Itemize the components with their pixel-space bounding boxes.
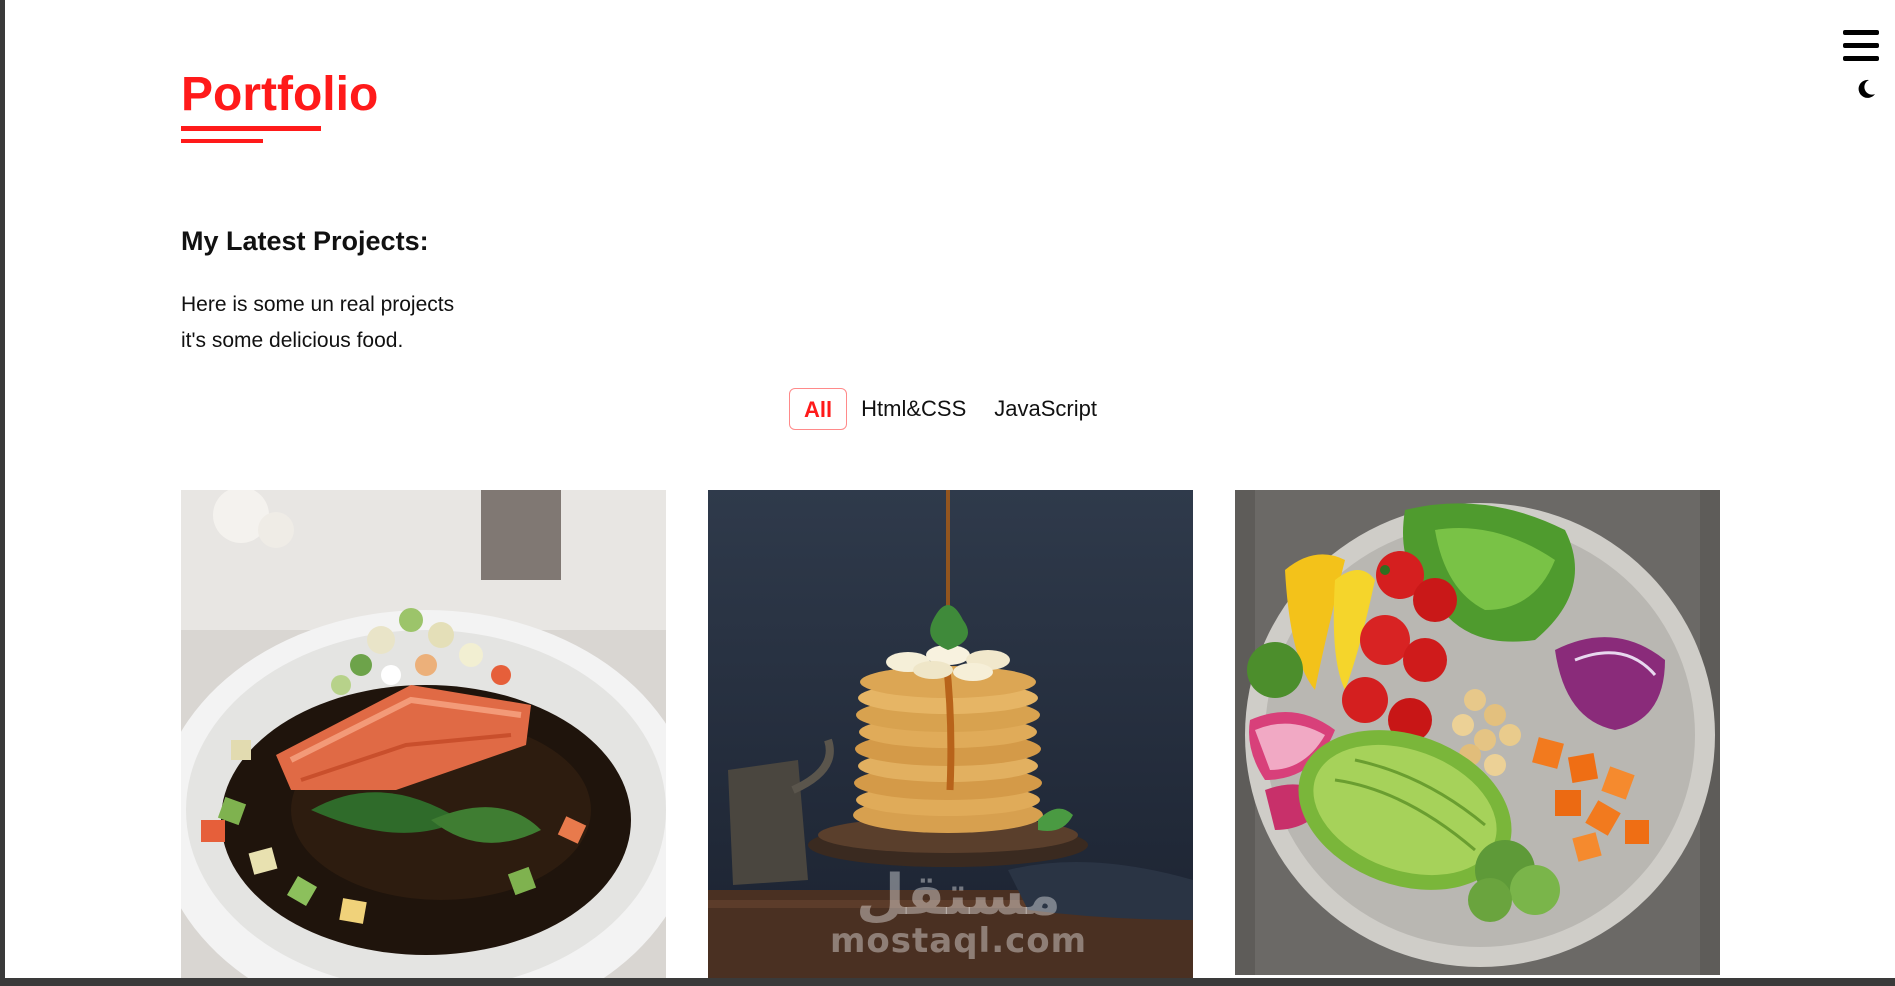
- hamburger-menu-icon[interactable]: [1843, 30, 1879, 61]
- watermark-arabic: مستقل: [856, 863, 1061, 928]
- filter-html-css-button[interactable]: Html&CSS: [847, 388, 980, 430]
- title-underline-short: [181, 139, 263, 143]
- section-description: Here is some un real projects it's some …: [181, 287, 454, 359]
- watermark: مستقل mostaql.com: [830, 863, 1088, 961]
- project-card-salmon[interactable]: [181, 490, 666, 978]
- section-subtitle: My Latest Projects:: [181, 226, 429, 256]
- section-title: Portfolio: [181, 68, 379, 121]
- moon-icon[interactable]: [1855, 78, 1877, 100]
- description-line: Here is some un real projects: [181, 293, 455, 316]
- salmon-plate-photo: [181, 490, 666, 978]
- project-card-salad[interactable]: [1235, 490, 1720, 975]
- description-line: it's some delicious food.: [181, 329, 404, 352]
- filter-all-button[interactable]: All: [789, 388, 848, 430]
- title-underline-long: [181, 126, 321, 131]
- filter-javascript-button[interactable]: JavaScript: [980, 388, 1111, 430]
- filter-tabs: All Html&CSS JavaScript: [789, 388, 1111, 430]
- page-frame: Portfolio My Latest Projects: Here is so…: [5, 0, 1895, 978]
- watermark-latin: mostaql.com: [830, 921, 1088, 961]
- salad-bowl-photo: [1235, 490, 1720, 975]
